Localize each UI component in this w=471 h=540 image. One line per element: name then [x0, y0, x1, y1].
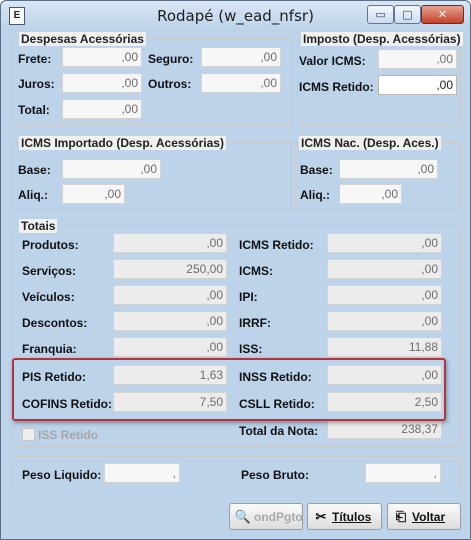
iss-field[interactable]: 11,88: [327, 337, 442, 357]
icms-retido-field[interactable]: ,00: [378, 75, 457, 95]
produtos-label: Produtos:: [22, 238, 79, 252]
cond-pgto-button[interactable]: 🔍 ondPgto: [229, 503, 303, 530]
nac-base-field[interactable]: ,00: [339, 159, 438, 179]
iss-retido-label: ISS Retido: [38, 428, 99, 442]
outros-label: Outros:: [148, 77, 192, 91]
produtos-field[interactable]: ,00: [113, 233, 227, 253]
titulos-button[interactable]: ✂ Títulos: [307, 503, 382, 530]
descontos-field[interactable]: ,00: [113, 311, 227, 331]
group-despesas-title: Despesas Acessórias: [19, 32, 146, 46]
cond-pgto-label: ondPgto: [254, 510, 303, 524]
importado-aliq-field[interactable]: ,00: [62, 184, 125, 204]
veiculos-field[interactable]: ,00: [113, 285, 227, 305]
iss-retido-checkbox[interactable]: [22, 428, 35, 441]
frete-label: Frete:: [18, 52, 52, 66]
nac-aliq-label: Aliq.:: [300, 188, 330, 202]
importado-base-field[interactable]: ,00: [62, 159, 161, 179]
scissors-icon: ✂: [315, 509, 327, 524]
total-field[interactable]: ,00: [62, 99, 142, 119]
voltar-label: Voltar: [412, 510, 446, 524]
ipi-field[interactable]: ,00: [327, 285, 442, 305]
peso-liquido-field[interactable]: ,: [104, 463, 180, 483]
total-icms-retido-label: ICMS Retido:: [239, 238, 314, 252]
voltar-button[interactable]: ⎗ Voltar: [387, 503, 461, 530]
peso-bruto-field[interactable]: ,: [365, 463, 441, 483]
irrf-field[interactable]: ,00: [327, 311, 442, 331]
icms-label: ICMS:: [239, 264, 273, 278]
nac-base-label: Base:: [300, 163, 333, 177]
irrf-label: IRRF:: [239, 316, 271, 330]
total-nota-field[interactable]: 238,37: [327, 419, 442, 439]
exit-icon: ⎗: [395, 509, 407, 524]
frete-field[interactable]: ,00: [62, 47, 142, 67]
servicos-label: Serviços:: [22, 264, 77, 278]
importado-aliq-label: Aliq.:: [18, 188, 48, 202]
minimize-button[interactable]: ▭: [367, 5, 394, 24]
valor-icms-field[interactable]: ,00: [378, 49, 457, 69]
franquia-field[interactable]: ,00: [113, 337, 227, 357]
icms-retido-label: ICMS Retido:: [299, 80, 374, 94]
descontos-label: Descontos:: [22, 316, 88, 330]
seguro-field[interactable]: ,00: [201, 47, 281, 67]
total-icms-retido-field[interactable]: ,00: [327, 233, 442, 253]
veiculos-label: Veículos:: [22, 290, 75, 304]
total-label: Total:: [18, 103, 50, 117]
valor-icms-label: Valor ICMS:: [299, 54, 366, 68]
juros-label: Juros:: [18, 77, 55, 91]
nac-aliq-field[interactable]: ,00: [339, 184, 402, 204]
cond-pgto-icon: 🔍: [234, 509, 252, 524]
iss-label: ISS:: [239, 342, 263, 356]
group-totais-title: Totais: [19, 219, 58, 233]
outros-field[interactable]: ,00: [201, 73, 281, 93]
group-imposto-title: Imposto (Desp. Acessórias): [301, 32, 463, 46]
icms-field[interactable]: ,00: [327, 259, 442, 279]
total-nota-label: Total da Nota:: [239, 424, 319, 438]
titulos-label: Títulos: [332, 510, 372, 524]
seguro-label: Seguro:: [148, 52, 194, 66]
juros-field[interactable]: ,00: [62, 73, 142, 93]
group-icms-nac-title: ICMS Nac. (Desp. Aces.): [299, 136, 441, 150]
title-bar[interactable]: E Rodapé (w_ead_nfsr) ▭ □ ✕: [1, 1, 470, 31]
peso-bruto-label: Peso Bruto:: [241, 468, 310, 482]
ipi-label: IPI:: [239, 290, 258, 304]
servicos-field[interactable]: 250,00: [113, 259, 227, 279]
importado-base-label: Base:: [18, 163, 51, 177]
peso-liquido-label: Peso Liquido:: [22, 468, 102, 482]
highlight-retidos: [12, 358, 446, 421]
group-icms-importado-title: ICMS Importado (Desp. Acessórias): [19, 136, 226, 150]
close-button[interactable]: ✕: [421, 5, 464, 24]
maximize-button[interactable]: □: [394, 5, 421, 24]
franquia-label: Franquia:: [22, 342, 77, 356]
